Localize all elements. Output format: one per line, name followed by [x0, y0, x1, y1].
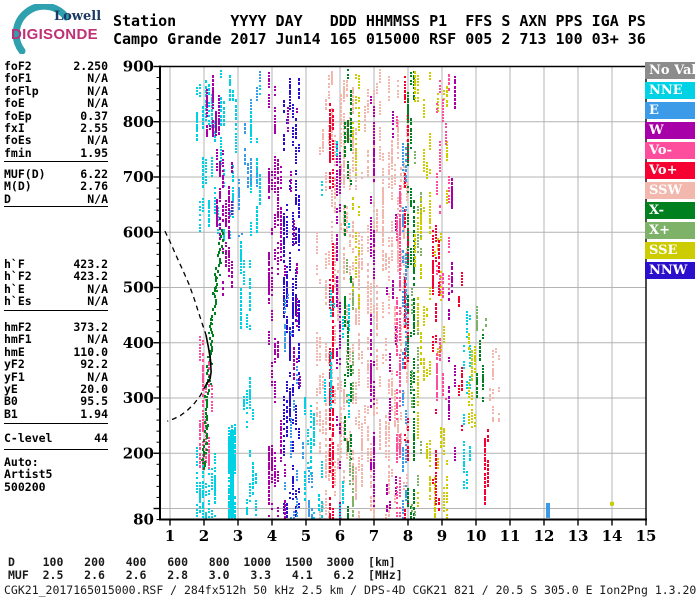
legend-item-Vo+: Vo+	[645, 162, 695, 179]
footer-info: CGK21_2017165015000.RSF / 284fx512h 50 k…	[4, 583, 697, 597]
y-tick-label: 80	[133, 511, 154, 529]
x-tick-label: 9	[437, 527, 447, 545]
legend-item-SSW: SSW	[645, 182, 695, 199]
x-tick-label: 1	[165, 527, 175, 545]
x-tick-label: 6	[335, 527, 345, 545]
y-tick-label: 800	[123, 113, 154, 131]
legend-item-NNW: NNW	[645, 262, 695, 279]
direction-legend: No Val NNE E W Vo- Vo+ SSW X- X+ SSE NNW	[645, 62, 699, 282]
x-tick-label: 2	[199, 527, 209, 545]
x-tick-label: 15	[636, 527, 657, 545]
legend-item-Vo-: Vo-	[645, 142, 695, 159]
x-tick-label: 3	[233, 527, 243, 545]
distance-row: D 100 200 400 600 800 1000 1500 3000 [km…	[8, 555, 396, 569]
x-tick-label: 14	[602, 527, 623, 545]
y-tick-label: 300	[123, 389, 154, 407]
y-tick-label: 500	[123, 279, 154, 297]
y-tick-label: 700	[123, 168, 154, 186]
x-tick-label: 7	[369, 527, 379, 545]
ionogram-plot: 1 2 3 4 5 6 7 8 9 10 11 12 13 14 159008007006005004003…	[123, 58, 657, 546]
legend-item-X-: X-	[645, 202, 695, 219]
y-tick-label: 200	[123, 444, 154, 462]
x-tick-label: 10	[466, 527, 487, 545]
x-tick-label: 4	[267, 527, 277, 545]
muf-row: MUF 2.5 2.6 2.6 2.8 3.0 3.3 4.1 6.2 [MHz…	[8, 568, 403, 582]
x-tick-label: 13	[568, 527, 589, 545]
legend-item-NNE: NNE	[645, 82, 695, 99]
legend-item-SSE: SSE	[645, 242, 695, 259]
legend-item-W: W	[645, 122, 695, 139]
y-tick-label: 400	[123, 334, 154, 352]
y-tick-label: 900	[123, 58, 154, 76]
legend-item-X+: X+	[645, 222, 695, 239]
x-tick-label: 12	[534, 527, 555, 545]
x-tick-label: 5	[301, 527, 311, 545]
x-tick-label: 11	[500, 527, 521, 545]
legend-item-NoVal: No Val	[645, 62, 696, 79]
legend-item-E: E	[645, 102, 695, 119]
x-tick-label: 8	[403, 527, 413, 545]
y-tick-label: 600	[123, 223, 154, 241]
